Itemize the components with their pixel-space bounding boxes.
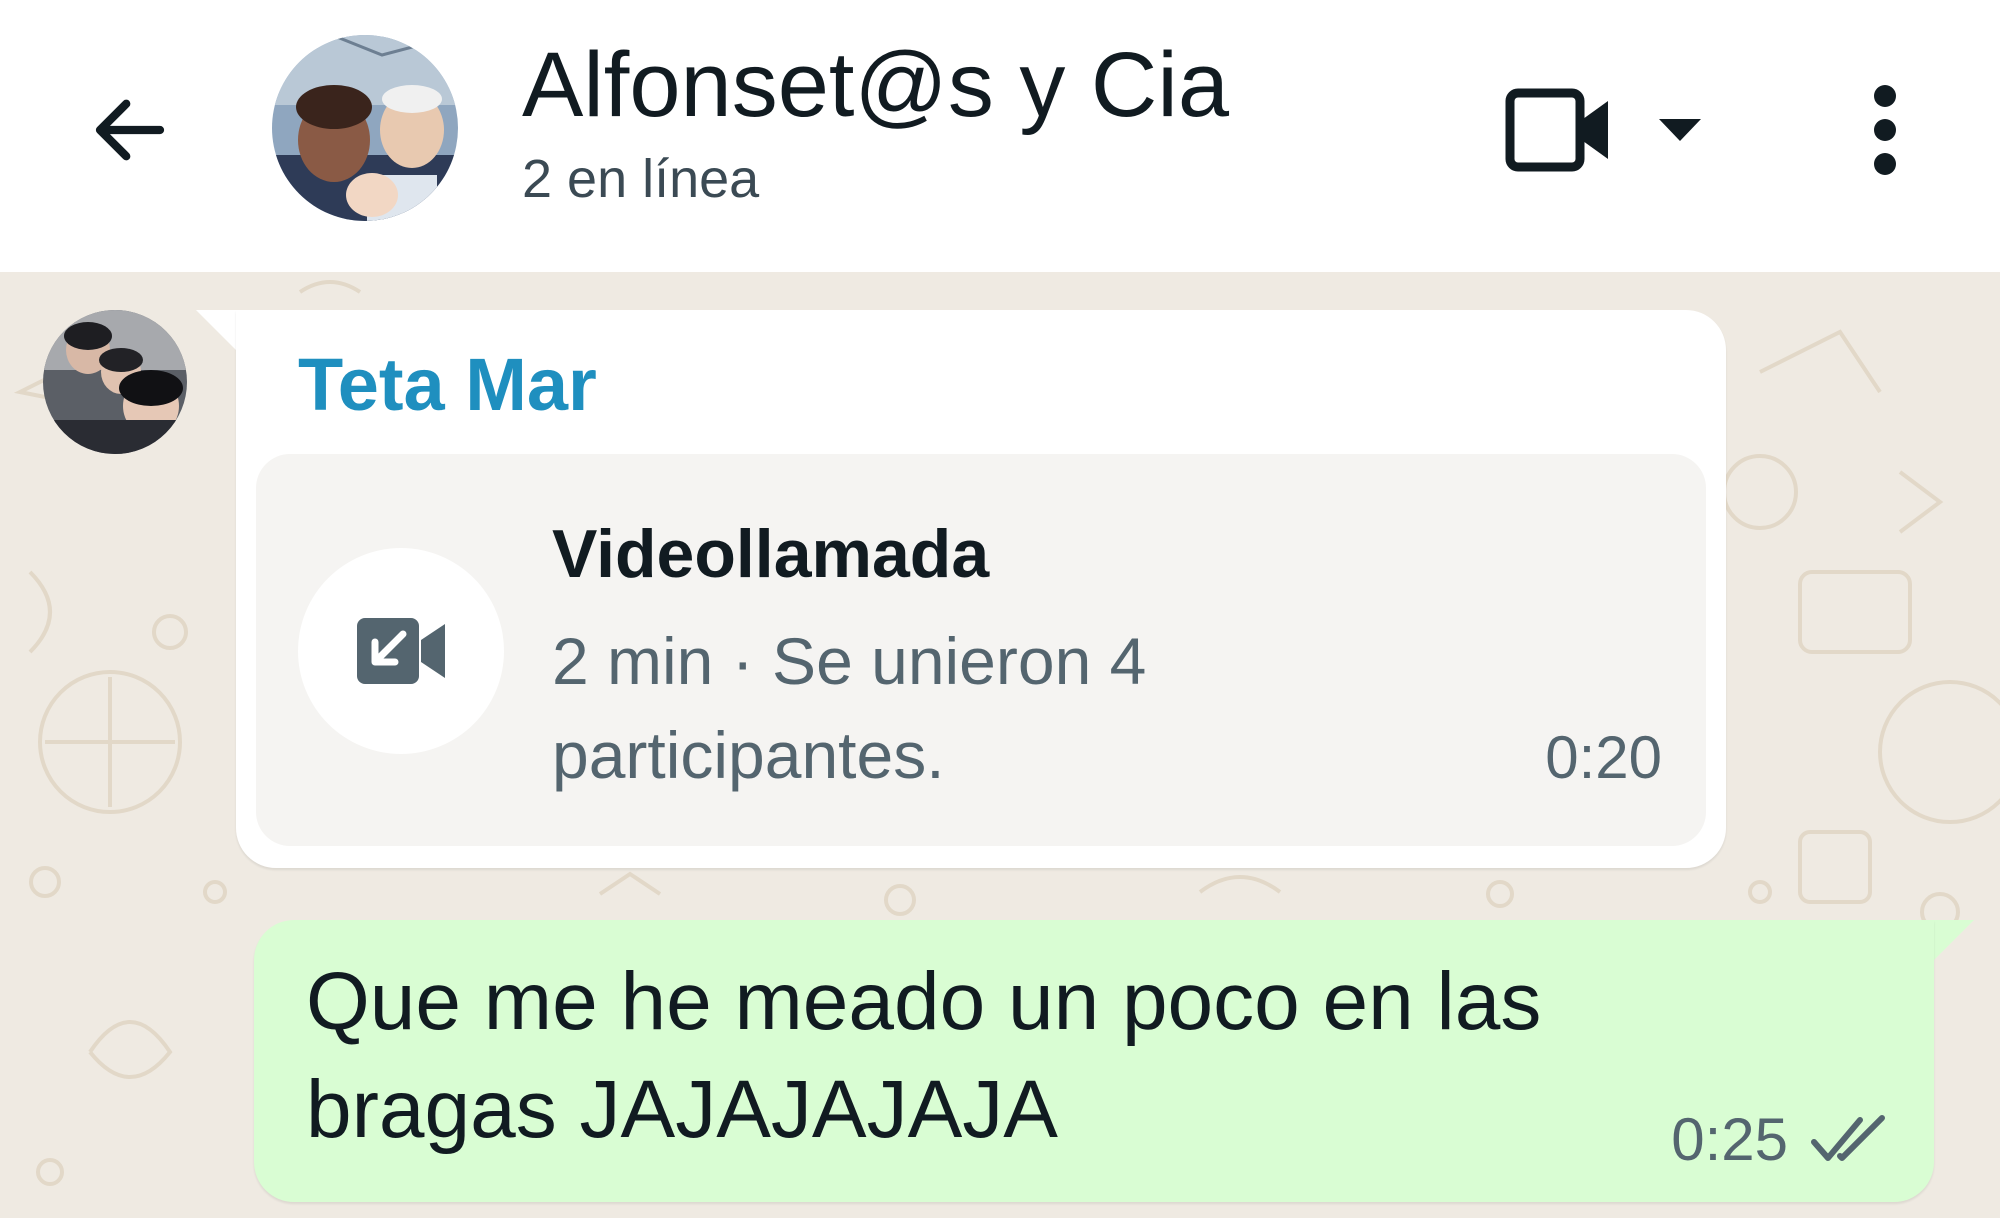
video-call-card[interactable]: Videollamada 2 min · Se unieron 4 partic… [256, 454, 1706, 846]
call-title: Videollamada [552, 516, 990, 592]
outgoing-message[interactable]: Que me he meado un poco en las bragas JA… [254, 920, 1934, 1202]
incoming-message[interactable]: Teta Mar Videollamada 2 min · Se unieron… [236, 310, 1726, 868]
chat-title-block[interactable]: Alfonset@s y Cia 2 en línea [522, 30, 1229, 214]
more-options-button[interactable] [1840, 70, 1930, 190]
call-detail: 2 min · Se unieron 4 participantes. [552, 624, 1147, 792]
group-photo [272, 35, 458, 221]
chat-header: Alfonset@s y Cia 2 en línea [0, 0, 2000, 272]
video-call-button[interactable] [1490, 70, 1630, 190]
message-text: Que me he meado un poco en las bragas JA… [306, 956, 1542, 1155]
arrow-left-icon [95, 99, 165, 161]
double-check-icon [1810, 1110, 1890, 1170]
sender-avatar[interactable] [43, 310, 187, 454]
message-meta: 0:25 [1671, 1100, 1890, 1180]
message-list[interactable]: Teta Mar Videollamada 2 min · Se unieron… [0, 272, 2000, 1218]
back-button[interactable] [70, 70, 190, 190]
online-status: 2 en línea [522, 149, 760, 209]
call-options-dropdown[interactable] [1640, 95, 1720, 165]
call-icon-badge [298, 548, 504, 754]
message-timestamp: 0:25 [1671, 1106, 1788, 1173]
call-timestamp: 0:20 [1545, 724, 1662, 791]
sender-photo [43, 310, 187, 454]
chat-title: Alfonset@s y Cia [522, 34, 1229, 136]
more-vertical-icon [1874, 85, 1896, 175]
video-camera-icon [1505, 88, 1608, 172]
caret-down-icon [1659, 119, 1701, 141]
sender-name[interactable]: Teta Mar [298, 340, 597, 430]
incoming-video-call-icon [357, 618, 445, 684]
chat-screen: Alfonset@s y Cia 2 en línea Teta Mar Vid… [0, 0, 2000, 1218]
group-avatar[interactable] [272, 35, 458, 221]
